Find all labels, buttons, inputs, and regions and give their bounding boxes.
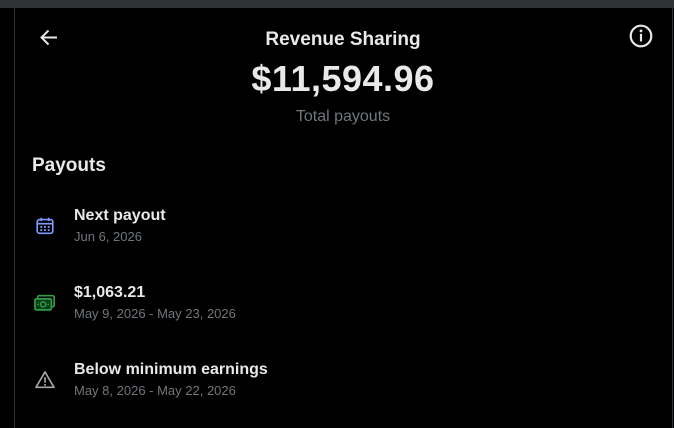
calendar-icon [32,213,58,239]
payout-row-title: Next payout [74,207,166,224]
total-payout-amount: $11,594.96 [251,58,435,99]
payout-row-date: Jun 6, 2026 [74,229,142,244]
total-payout-caption: Total payouts [295,108,391,125]
payout-row-date-range: May 8, 2026 - May 22, 2026 [74,383,236,398]
payout-row-below-minimum[interactable]: Below minimum earnings May 8, 2026 - May… [15,353,672,417]
payout-row-date-range: May 9, 2026 - May 23, 2026 [74,306,236,321]
revenue-sharing-panel: Revenue Sharing $11,594.96 Total payouts… [0,8,674,428]
money-bill-icon [32,290,58,316]
payout-row-title: Below minimum earnings [74,361,268,378]
payouts-heading: Payouts [32,155,106,176]
info-button[interactable] [626,21,656,51]
window-top-strip [0,0,674,8]
page-title: Revenue Sharing [265,29,421,50]
payout-row-next-payout[interactable]: Next payout Jun 6, 2026 [15,199,672,263]
payout-row-amount[interactable]: $1,063.21 May 9, 2026 - May 23, 2026 [15,276,672,340]
payout-row-title: $1,063.21 [74,284,146,301]
warning-triangle-icon [32,367,58,393]
info-circle-icon [629,24,653,48]
